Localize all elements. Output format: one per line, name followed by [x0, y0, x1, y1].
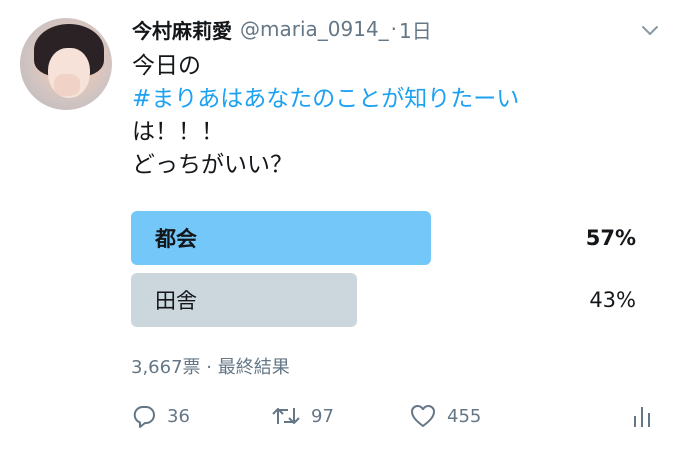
poll-option-bar-1: 都会	[131, 211, 431, 265]
tweet-text-line: は！！！	[132, 119, 224, 145]
user-handle[interactable]: @maria_0914_	[240, 17, 389, 41]
retweet-icon	[272, 408, 300, 424]
poll-option-percent: 57%	[585, 226, 636, 250]
reply-icon	[133, 406, 155, 428]
like-button[interactable]: 455	[409, 398, 481, 434]
chevron-down-icon	[642, 26, 658, 35]
poll-option-percent: 43%	[589, 288, 636, 312]
poll-option-label: 田舎	[155, 289, 197, 313]
avatar[interactable]	[20, 18, 112, 110]
poll-option-label: 都会	[155, 227, 197, 251]
reply-button[interactable]: 36	[131, 398, 190, 434]
retweet-count: 97	[311, 405, 334, 427]
avatar-hand	[54, 74, 80, 96]
display-name[interactable]: 今村麻莉愛	[132, 15, 232, 44]
tweet-text-line: どっちがいい？	[132, 152, 293, 178]
tweet-text-line: 今日の	[132, 53, 201, 79]
hashtag-link[interactable]: #まりあはあなたのことが知りたーい	[132, 83, 652, 116]
tweet-header: 今村麻莉愛 @maria_0914_ · 1日	[132, 14, 432, 44]
poll-meta: 3,667票 · 最終結果	[131, 357, 290, 378]
retweet-button[interactable]: 97	[271, 398, 334, 434]
tweet-actions: 36 97 455	[131, 398, 661, 434]
header-separator: ·	[390, 17, 398, 41]
tweet-text: 今日の #まりあはあなたのことが知りたーい は！！！ どっちがいい？	[132, 50, 652, 182]
heart-icon	[411, 405, 435, 427]
analytics-button[interactable]	[631, 398, 653, 434]
like-count: 455	[447, 405, 482, 427]
analytics-icon	[634, 407, 650, 427]
more-options-button[interactable]	[640, 20, 660, 40]
reply-count: 36	[167, 405, 190, 427]
tweet-time[interactable]: 1日	[399, 15, 432, 44]
poll-option-bar-2: 田舎	[131, 273, 357, 327]
